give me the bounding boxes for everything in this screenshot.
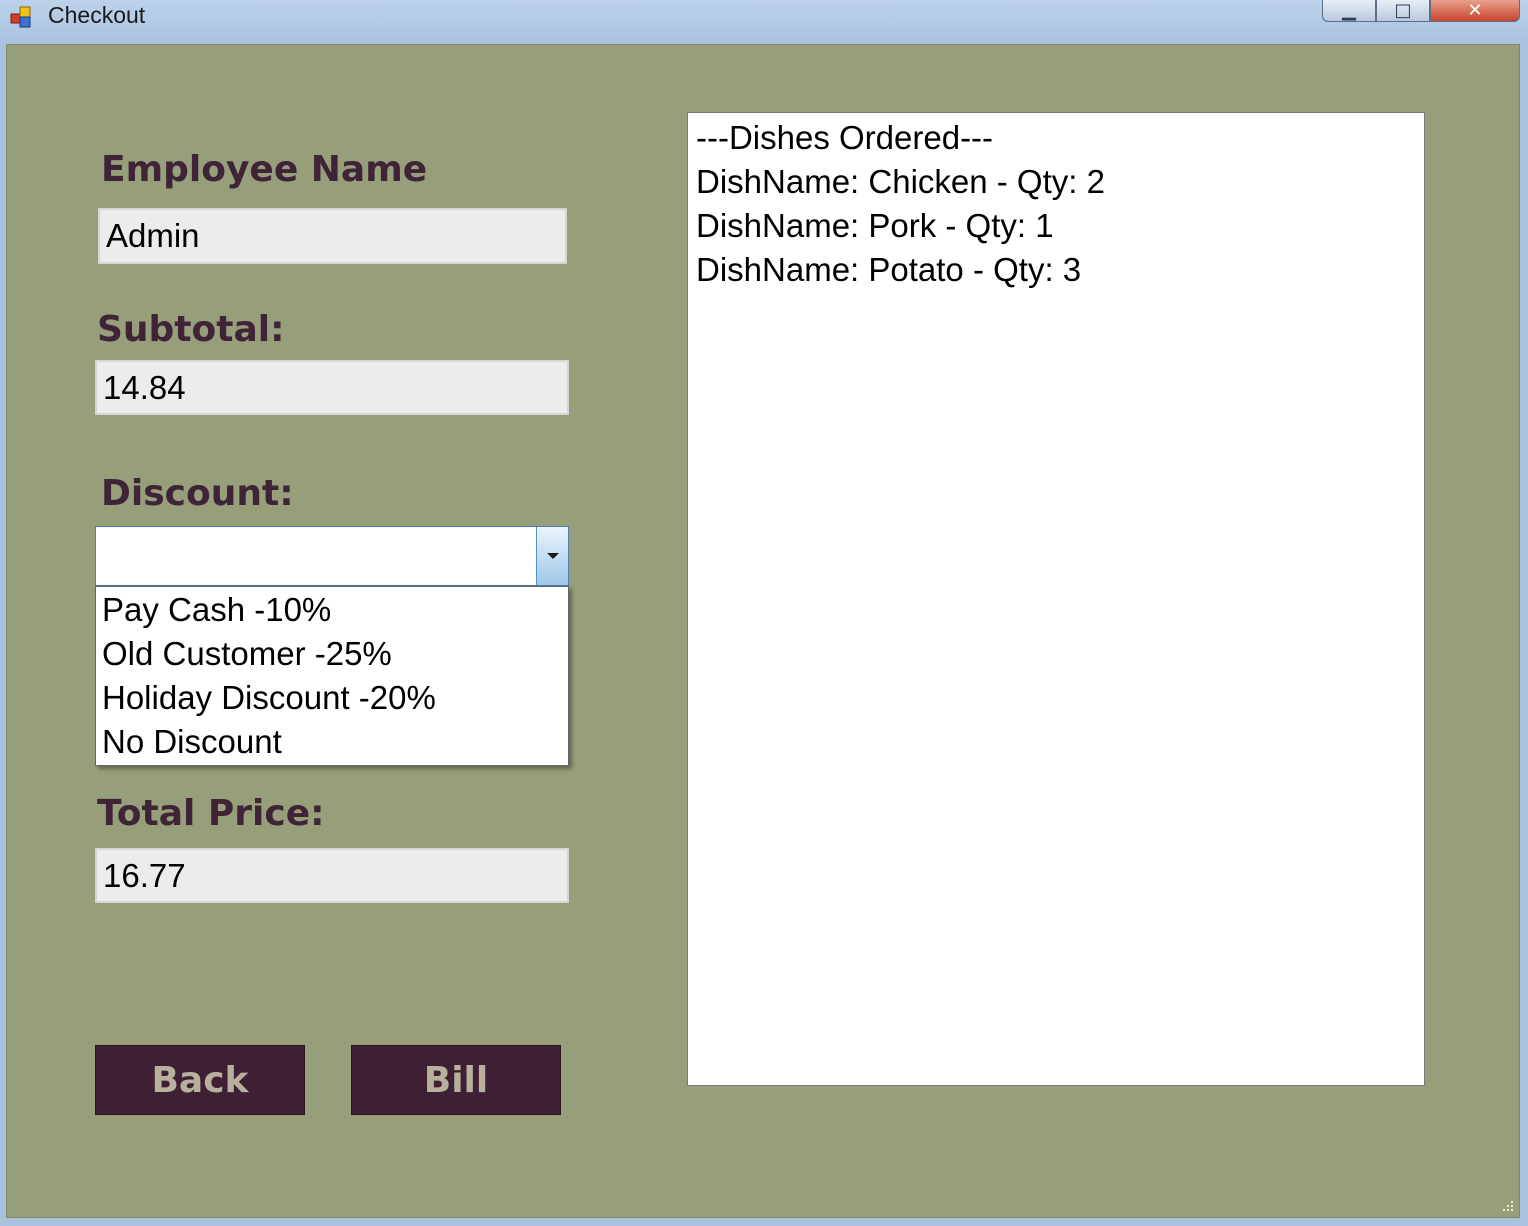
list-item[interactable]: DishName: Pork - Qty: 1 — [696, 207, 1054, 245]
minimize-button[interactable]: ▁ — [1322, 0, 1376, 22]
checkout-window: Checkout ▁ □ ✕ Employee Name Admin Subto… — [0, 0, 1528, 1226]
discount-options-list: Pay Cash -10% Old Customer -25% Holiday … — [95, 586, 569, 766]
list-item[interactable]: DishName: Potato - Qty: 3 — [696, 251, 1081, 289]
form-client-area: Employee Name Admin Subtotal: 14.84 Disc… — [6, 44, 1520, 1218]
maximize-button[interactable]: □ — [1376, 0, 1430, 22]
list-item[interactable]: ---Dishes Ordered--- — [696, 119, 993, 157]
subtotal-label: Subtotal: — [97, 309, 285, 350]
window-title: Checkout — [48, 2, 146, 28]
close-icon: ✕ — [1467, 0, 1483, 21]
back-button[interactable]: Back — [95, 1045, 305, 1115]
employee-name-value: Admin — [106, 217, 200, 254]
subtotal-field[interactable]: 14.84 — [95, 360, 569, 415]
discount-option-none[interactable]: No Discount — [102, 723, 282, 767]
total-price-label: Total Price: — [97, 793, 325, 834]
maximize-icon: □ — [1394, 0, 1412, 21]
resize-grip-icon[interactable] — [1499, 1197, 1515, 1213]
dishes-ordered-list[interactable]: ---Dishes Ordered--- DishName: Chicken -… — [687, 112, 1425, 1086]
bill-button[interactable]: Bill — [351, 1045, 561, 1115]
discount-option-old-customer[interactable]: Old Customer -25% — [102, 635, 392, 679]
discount-dropdown-button[interactable] — [536, 527, 568, 585]
chevron-down-icon — [546, 553, 559, 559]
discount-option-holiday[interactable]: Holiday Discount -20% — [102, 679, 436, 723]
caption-buttons: ▁ □ ✕ — [1322, 0, 1520, 24]
discount-combobox[interactable] — [95, 526, 569, 586]
title-bar[interactable]: Checkout ▁ □ ✕ — [0, 0, 1528, 40]
discount-label: Discount: — [101, 473, 294, 514]
back-button-label: Back — [151, 1059, 249, 1101]
subtotal-value: 14.84 — [103, 368, 186, 406]
list-item[interactable]: DishName: Chicken - Qty: 2 — [696, 163, 1105, 201]
employee-name-label: Employee Name — [101, 149, 428, 190]
discount-option-pay-cash[interactable]: Pay Cash -10% — [102, 591, 331, 635]
app-icon — [10, 6, 31, 28]
close-button[interactable]: ✕ — [1430, 0, 1520, 22]
bill-button-label: Bill — [423, 1059, 489, 1101]
total-price-field[interactable]: 16.77 — [95, 848, 569, 903]
employee-name-field[interactable]: Admin — [98, 208, 567, 264]
total-price-value: 16.77 — [103, 856, 186, 894]
minimize-icon: ▁ — [1342, 0, 1356, 21]
